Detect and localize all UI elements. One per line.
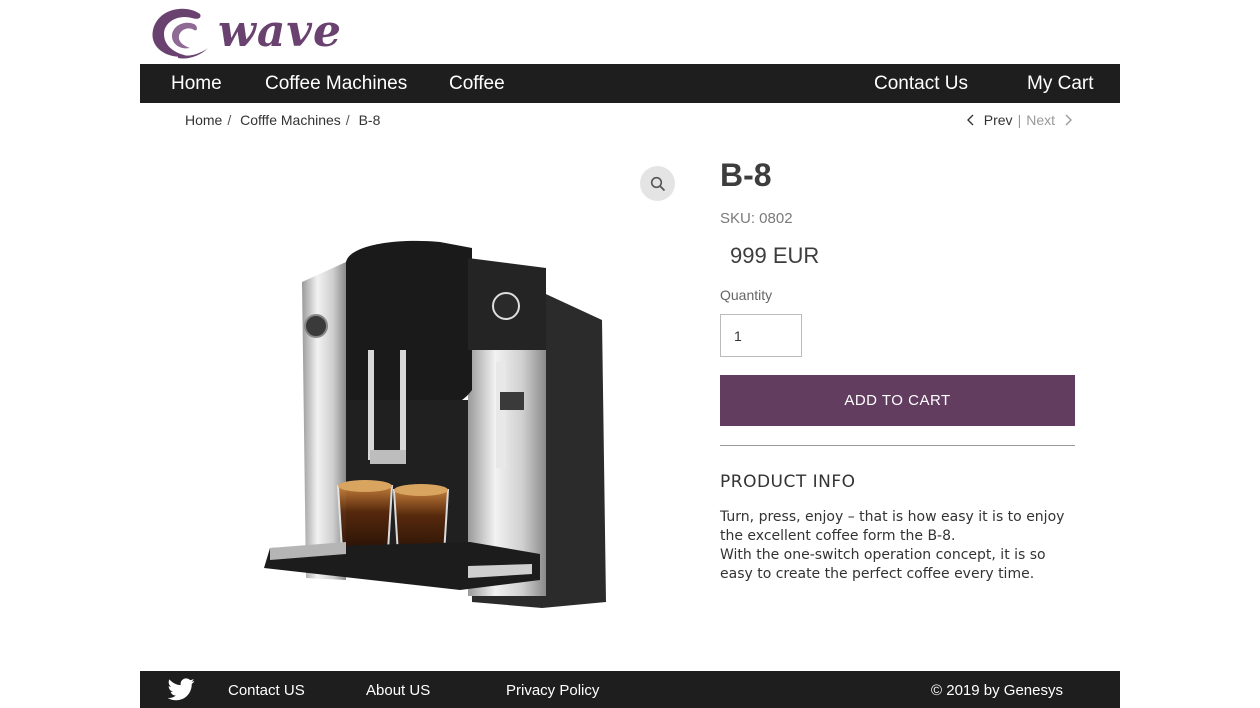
nav-my-cart[interactable]: My Cart — [1027, 64, 1094, 103]
product-pager: Prev | Next — [964, 112, 1075, 128]
prev-link[interactable]: Prev — [984, 112, 1013, 128]
twitter-icon[interactable] — [168, 678, 195, 701]
breadcrumb-separator: / — [345, 112, 350, 128]
description-line: With the one-switch operation concept, i… — [720, 547, 1046, 582]
footer-privacy-policy[interactable]: Privacy Policy — [506, 671, 599, 708]
breadcrumb-category[interactable]: Cofffe Machines — [240, 112, 341, 128]
chevron-left-icon[interactable] — [964, 113, 978, 127]
product-description: Turn, press, enjoy – that is how easy it… — [720, 508, 1080, 584]
zoom-button[interactable] — [640, 166, 675, 201]
pager-divider: | — [1017, 112, 1022, 128]
add-to-cart-button[interactable]: ADD TO CART — [720, 375, 1075, 426]
divider — [720, 445, 1075, 446]
wave-logo-icon — [152, 8, 208, 59]
product-image[interactable] — [250, 150, 620, 630]
breadcrumb-home[interactable]: Home — [185, 112, 222, 128]
product-price: 999 EUR — [730, 243, 820, 268]
next-link[interactable]: Next — [1026, 112, 1055, 128]
copyright-text: © 2019 by Genesys — [931, 682, 1063, 699]
nav-home[interactable]: Home — [171, 64, 222, 103]
description-line: Turn, press, enjoy – that is how easy it… — [720, 509, 1065, 544]
coffee-machine-image — [264, 240, 606, 608]
chevron-right-icon[interactable] — [1061, 113, 1075, 127]
footer-about-us[interactable]: About US — [366, 671, 430, 708]
breadcrumb: Home / Cofffe Machines / B-8 — [185, 112, 384, 128]
quantity-input[interactable] — [720, 314, 802, 357]
nav-contact-us[interactable]: Contact Us — [874, 64, 968, 103]
quantity-label: Quantity — [720, 287, 773, 303]
breadcrumb-separator: / — [227, 112, 232, 128]
product-sku: SKU: 0802 — [720, 210, 793, 227]
product-info-title: PRODUCT INFO — [720, 472, 856, 492]
search-zoom-icon — [650, 176, 665, 191]
logo-wordmark: wave — [218, 6, 342, 57]
footer: Contact US About US Privacy Policy © 201… — [140, 671, 1120, 708]
nav-coffee-machines[interactable]: Coffee Machines — [265, 64, 407, 103]
site-logo[interactable]: wave — [148, 4, 380, 60]
footer-contact-us[interactable]: Contact US — [228, 671, 305, 708]
product-title: B-8 — [720, 157, 772, 193]
main-nav: Home Coffee Machines Coffee Contact Us M… — [140, 64, 1120, 103]
breadcrumb-current: B-8 — [358, 112, 381, 128]
nav-coffee[interactable]: Coffee — [449, 64, 505, 103]
